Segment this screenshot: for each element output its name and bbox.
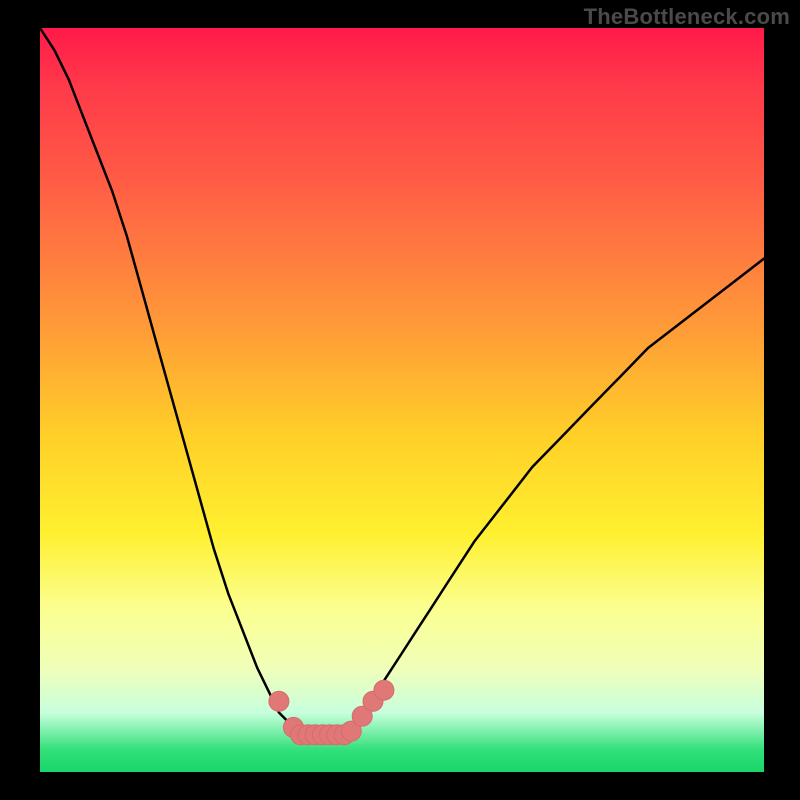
data-marker xyxy=(269,691,289,711)
watermark-text: TheBottleneck.com xyxy=(584,4,790,30)
data-markers xyxy=(269,680,394,745)
data-marker xyxy=(374,680,394,700)
bottleneck-curve xyxy=(40,28,764,735)
plot-area xyxy=(40,28,764,772)
chart-frame: TheBottleneck.com xyxy=(0,0,800,800)
curve-svg xyxy=(40,28,764,772)
